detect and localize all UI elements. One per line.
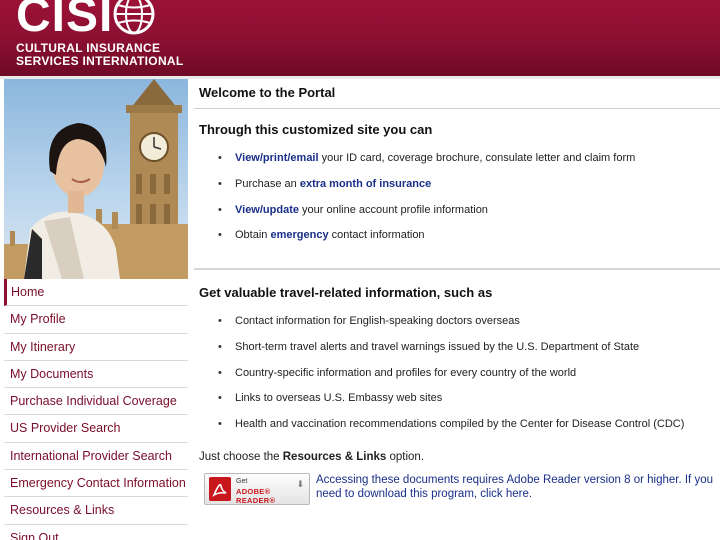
note-text: Just choose the xyxy=(199,451,283,463)
logo-wordmark: CISI xyxy=(16,0,114,42)
sidebar-item-my-profile[interactable]: My Profile xyxy=(4,306,188,334)
sidebar-item-home[interactable]: Home xyxy=(4,279,188,307)
sidebar-item-my-documents[interactable]: My Documents xyxy=(4,360,188,389)
adobe-reader-row: Get ADOBE® READER® ⬇ Accessing these doc… xyxy=(204,473,720,513)
sidebar-item-resources-links[interactable]: Resources & Links xyxy=(4,497,188,525)
cisi-logo[interactable]: CISI CULTURAL INSURANCE SERVICES INTERNA… xyxy=(14,0,183,74)
list-item: Purchase an extra month of insurance xyxy=(194,177,720,203)
list-item: Obtain emergency contact information xyxy=(194,228,720,254)
travel-info-section: Get valuable travel-related information,… xyxy=(194,273,720,540)
note-text-end: option. xyxy=(386,451,425,463)
extra-month-insurance-link[interactable]: extra month of insurance xyxy=(300,178,431,190)
sidebar-item-international-provider-search[interactable]: International Provider Search xyxy=(4,442,188,471)
logo-subtitle: CULTURAL INSURANCE SERVICES INTERNATIONA… xyxy=(16,42,184,68)
view-update-link[interactable]: View/update xyxy=(235,204,299,216)
travel-info-title: Get valuable travel-related information,… xyxy=(199,285,493,300)
left-sidebar: Home My Profile My Itinerary My Document… xyxy=(0,79,190,540)
features-list: View/print/email your ID card, coverage … xyxy=(194,151,720,254)
list-item-text: Purchase an xyxy=(235,177,300,190)
sidebar-item-sign-out[interactable]: Sign Out xyxy=(4,524,188,540)
view-print-email-link[interactable]: View/print/email xyxy=(235,152,319,164)
adobe-download-link[interactable]: Accessing these documents requires Adobe… xyxy=(316,473,720,501)
emergency-link[interactable]: emergency xyxy=(270,229,328,241)
welcome-panel: Welcome to the Portal xyxy=(194,79,720,109)
get-adobe-reader-button[interactable]: Get ADOBE® READER® ⬇ xyxy=(204,473,310,505)
hero-photo-illustration xyxy=(4,79,188,279)
list-item: View/update your online account profile … xyxy=(194,203,720,229)
sidebar-item-us-provider-search[interactable]: US Provider Search xyxy=(4,415,188,443)
list-item: Health and vaccination recommendations c… xyxy=(194,417,720,443)
features-title: Through this customized site you can xyxy=(199,122,433,137)
list-item-text: your online account profile information xyxy=(298,203,488,216)
list-item: View/print/email your ID card, coverage … xyxy=(194,151,720,177)
sidebar-item-purchase-coverage[interactable]: Purchase Individual Coverage xyxy=(4,388,188,416)
list-item-text: contact information xyxy=(328,229,425,242)
logo-subtitle-line-2: SERVICES INTERNATIONAL xyxy=(16,54,184,68)
adobe-pdf-icon xyxy=(209,477,231,501)
globe-icon xyxy=(113,0,155,35)
list-item-text: Obtain xyxy=(235,229,271,242)
download-arrow-icon: ⬇ xyxy=(296,479,304,489)
list-item-text: your ID card, coverage brochure, consula… xyxy=(318,152,636,164)
features-section: Through this customized site you can Vie… xyxy=(194,110,720,270)
site-header: CISI CULTURAL INSURANCE SERVICES INTERNA… xyxy=(0,0,720,76)
list-item: Short-term travel alerts and travel warn… xyxy=(194,340,720,366)
hero-photo xyxy=(4,79,188,279)
resources-note: Just choose the Resources & Links option… xyxy=(199,451,424,463)
sidebar-item-emergency-contact[interactable]: Emergency Contact Information xyxy=(4,470,188,498)
sidebar-item-my-itinerary[interactable]: My Itinerary xyxy=(4,333,188,361)
page-title: Welcome to the Portal xyxy=(199,85,336,100)
travel-info-list: Contact information for English-speaking… xyxy=(194,314,720,443)
list-item: Contact information for English-speaking… xyxy=(194,314,720,340)
list-item: Country-specific information and profile… xyxy=(194,366,720,392)
adobe-get-label: Get xyxy=(236,478,248,485)
main-content: Welcome to the Portal Through this custo… xyxy=(194,79,720,540)
sidebar-nav: Home My Profile My Itinerary My Document… xyxy=(4,279,188,540)
list-item: Links to overseas U.S. Embassy web sites xyxy=(194,391,720,417)
note-resources-links: Resources & Links xyxy=(282,451,387,463)
